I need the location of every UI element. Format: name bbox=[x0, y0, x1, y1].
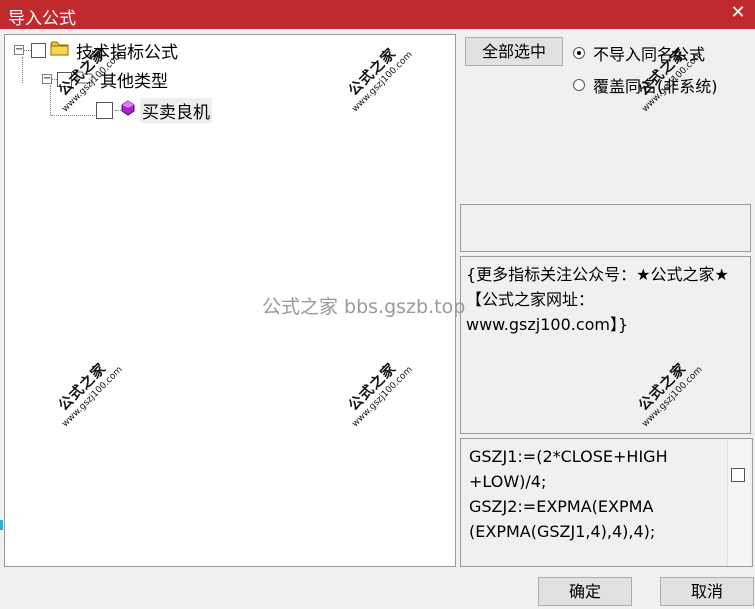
cancel-button[interactable]: 取消 bbox=[660, 577, 754, 606]
code-line: GSZJ1:=(2*CLOSE+HIGH bbox=[469, 447, 668, 466]
title-bar: 导入公式 ✕ bbox=[0, 0, 755, 29]
center-watermark: 公式之家 bbs.gszb.top bbox=[262, 296, 466, 318]
code-checkbox[interactable] bbox=[731, 468, 745, 482]
tree-node-formula[interactable]: 买卖良机 bbox=[96, 97, 212, 123]
tree-connector bbox=[51, 115, 95, 116]
code-line: +LOW)/4; bbox=[469, 472, 547, 491]
tree-node-label: 买卖良机 bbox=[140, 97, 212, 123]
code-scrollbar[interactable] bbox=[727, 440, 750, 566]
info-box bbox=[460, 204, 751, 252]
radio-icon[interactable] bbox=[573, 79, 585, 91]
collapse-icon[interactable]: − bbox=[14, 45, 24, 55]
close-icon[interactable]: ✕ bbox=[727, 2, 749, 24]
description-text: {更多指标关注公众号：★公式之家★ 【公式之家网址：www.gszj100.co… bbox=[466, 265, 729, 334]
formula-checkbox[interactable] bbox=[96, 101, 113, 119]
code-line: (EXPMA(GSZJ1,4),4),4); bbox=[469, 522, 656, 541]
formula-code: GSZJ1:=(2*CLOSE+HIGH +LOW)/4; GSZJ2:=EXP… bbox=[469, 444, 719, 544]
radio-selected-icon[interactable] bbox=[573, 47, 585, 59]
collapse-icon[interactable]: − bbox=[42, 74, 52, 84]
root-checkbox[interactable] bbox=[31, 42, 46, 58]
ok-button[interactable]: 确定 bbox=[538, 577, 632, 606]
code-line: GSZJ2:=EXPMA(EXPMA bbox=[469, 497, 654, 516]
edge-marker bbox=[0, 520, 3, 530]
folder-icon bbox=[50, 40, 70, 61]
formula-icon bbox=[121, 100, 135, 120]
select-all-button[interactable]: 全部选中 bbox=[465, 37, 563, 66]
window-title: 导入公式 bbox=[8, 9, 76, 29]
